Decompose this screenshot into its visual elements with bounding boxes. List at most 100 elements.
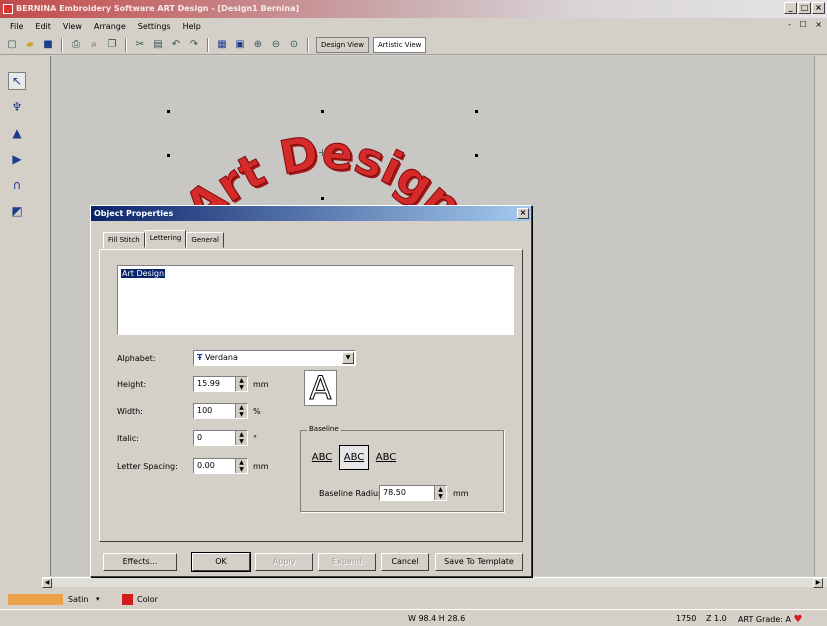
center-cross-icon (322, 149, 323, 156)
italic-spinner-icon[interactable]: ▲ ▼ (235, 431, 247, 445)
selection-handle[interactable] (321, 197, 324, 200)
letter-spacing-field[interactable]: 0.00 ▲ ▼ (193, 458, 248, 474)
truetype-font-icon: Ŧ (197, 353, 203, 362)
minimize-button[interactable]: _ (784, 2, 797, 14)
print-preview-icon[interactable]: ⌕ (86, 37, 102, 53)
selection-handle[interactable] (167, 110, 170, 113)
zoom-in-icon[interactable]: ⊕ (250, 37, 266, 53)
height-field[interactable]: 15.99 ▲ ▼ (193, 376, 248, 392)
alphabet-label: Alphabet: (117, 354, 156, 363)
letter-spacing-unit: mm (253, 462, 269, 471)
font-preview: A (304, 369, 337, 408)
select-arrow-icon[interactable]: ↖ (8, 72, 26, 90)
fill-shape-icon[interactable]: ▲ (8, 124, 26, 142)
art-grade-label: ART Grade: A (738, 615, 791, 624)
zoom-out-icon[interactable]: ⊖ (268, 37, 284, 53)
chevron-down-icon[interactable]: ▼ (342, 352, 354, 364)
tab-fill-stitch[interactable]: Fill Stitch (103, 232, 145, 248)
selection-handle[interactable] (475, 110, 478, 113)
undo-icon[interactable]: ↶ (168, 37, 184, 53)
scroll-right-icon[interactable]: ▶ (813, 578, 823, 588)
selection-handle[interactable] (475, 154, 478, 157)
lettering-panel: Art Design Alphabet: Ŧ Verdana ▼ Height:… (99, 249, 523, 542)
selected-text: Art Design (121, 269, 166, 278)
design-view-button[interactable]: Design View (316, 36, 370, 53)
selection-handle[interactable] (167, 154, 170, 157)
new-file-icon[interactable]: ▢ (4, 37, 20, 53)
artistic-view-button[interactable]: Artistic View (373, 36, 427, 53)
menu-settings[interactable]: Settings (132, 18, 177, 35)
close-button[interactable]: × (812, 2, 825, 14)
status-bar: W 98.4 H 28.6 1750 Z 1.0 ART Grade: A ♥ (0, 609, 827, 626)
color-swatch[interactable] (122, 594, 133, 605)
horizontal-scrollbar[interactable]: ◀ ▶ (42, 577, 827, 588)
reshape-icon[interactable]: ♆ (8, 98, 26, 116)
dialog-title-bar[interactable]: Object Properties × (91, 206, 531, 221)
baseline-straight-button[interactable]: ABC (307, 445, 337, 470)
apply-button[interactable]: Apply (255, 553, 313, 571)
cut-icon[interactable]: ✂ (132, 37, 148, 53)
menu-help[interactable]: Help (177, 18, 207, 35)
ok-button[interactable]: OK (191, 552, 251, 572)
effects-button[interactable]: Effects... (103, 553, 177, 571)
italic-label: Italic: (117, 434, 139, 443)
toolbar-separator (307, 37, 309, 52)
color-dropdown[interactable]: Color (137, 594, 158, 605)
letter-spacing-label: Letter Spacing: (117, 462, 178, 471)
baseline-arc-top-button[interactable]: ABC (339, 445, 369, 470)
scroll-left-icon[interactable]: ◀ (42, 578, 52, 588)
menu-arrange[interactable]: Arrange (88, 18, 132, 35)
selection-handle[interactable] (321, 110, 324, 113)
zoom-fit-icon[interactable]: ⊙ (286, 37, 302, 53)
status-stitch-count: 1750 (676, 614, 697, 623)
alphabet-combo[interactable]: Ŧ Verdana ▼ (193, 350, 356, 366)
tab-general[interactable]: General (186, 232, 224, 248)
lettering-icon[interactable]: ◩ (8, 202, 26, 220)
toolbar-separator (61, 37, 63, 52)
save-icon[interactable]: ■ (40, 37, 56, 53)
print-icon[interactable]: ⎙ (68, 37, 84, 53)
menu-view[interactable]: View (57, 18, 88, 35)
copy-icon[interactable]: ❐ (104, 37, 120, 53)
letter-spacing-spinner-icon[interactable]: ▲ ▼ (235, 459, 247, 473)
mdi-controls[interactable]: - ☐ × (788, 20, 825, 29)
width-label: Width: (117, 407, 143, 416)
height-spinner-icon[interactable]: ▲ ▼ (235, 377, 247, 391)
italic-field[interactable]: 0 ▲ ▼ (193, 430, 248, 446)
grid-icon[interactable]: ▦ (214, 37, 230, 53)
width-value: 100 (197, 406, 213, 415)
width-field[interactable]: 100 ▲ ▼ (193, 403, 248, 419)
outline-shape-icon[interactable]: ▶ (8, 150, 26, 168)
maximize-button[interactable]: □ (798, 2, 811, 14)
dialog-title: Object Properties (94, 209, 174, 218)
save-to-template-button[interactable]: Save To Template (435, 553, 523, 571)
canvas-edge (814, 56, 820, 576)
window-title: BERNINA Embroidery Software ART Design -… (16, 4, 300, 13)
stitch-type-dropdown-icon[interactable]: ▾ (96, 594, 100, 605)
alphabet-value: Verdana (205, 353, 238, 362)
height-value: 15.99 (197, 379, 220, 388)
dialog-tabs: Fill Stitch Lettering General (103, 230, 224, 248)
height-label: Height: (117, 380, 147, 389)
width-spinner-icon[interactable]: ▲ ▼ (235, 404, 247, 418)
expand-button[interactable]: Expand (318, 553, 376, 571)
window-controls: _ □ × (784, 2, 825, 14)
redo-icon[interactable]: ↷ (186, 37, 202, 53)
tab-lettering[interactable]: Lettering (144, 230, 187, 248)
menu-file[interactable]: File (4, 18, 29, 35)
width-unit: % (253, 407, 261, 416)
baseline-arc-bottom-button[interactable]: ABC (371, 445, 401, 470)
dialog-close-button[interactable]: × (517, 208, 529, 219)
baseline-radius-field[interactable]: 78.50 ▲ ▼ (379, 485, 447, 501)
open-folder-icon[interactable]: ▰ (22, 37, 38, 53)
baseline-radius-spinner-icon[interactable]: ▲ ▼ (434, 486, 446, 500)
italic-unit: ° (253, 434, 257, 443)
cancel-button[interactable]: Cancel (381, 553, 429, 571)
stitch-type-swatch[interactable] (8, 594, 63, 605)
paste-icon[interactable]: ▤ (150, 37, 166, 53)
menu-edit[interactable]: Edit (29, 18, 57, 35)
hoop-icon[interactable]: ▣ (232, 37, 248, 53)
curve-icon[interactable]: ∩ (8, 176, 26, 194)
stitch-type-label: Satin (68, 595, 89, 604)
lettering-text-input[interactable]: Art Design (117, 265, 514, 335)
